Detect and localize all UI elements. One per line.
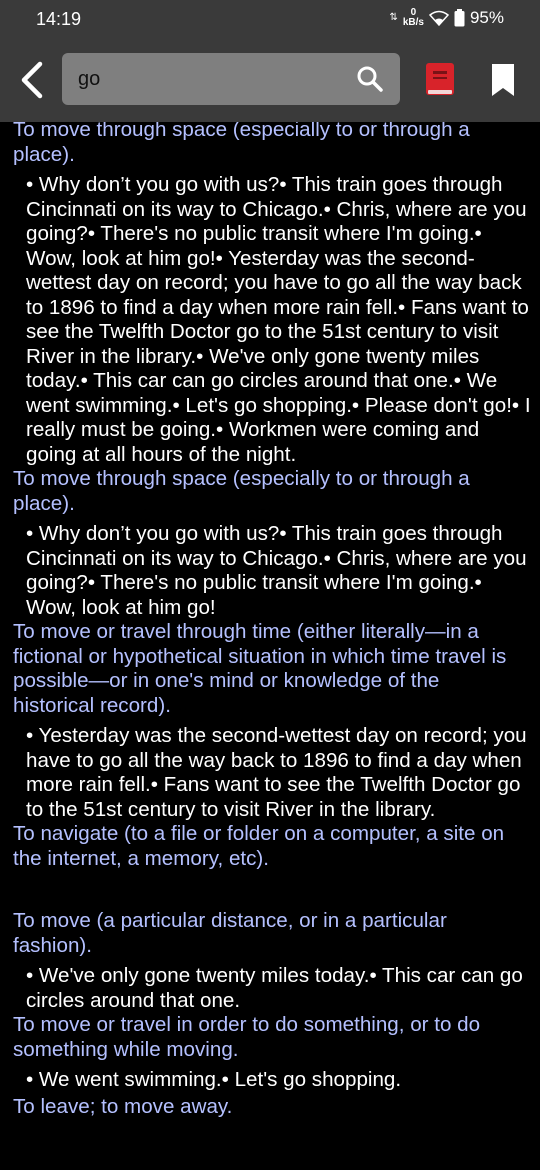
definitions-list[interactable]: To move through space (especially to or …: [0, 122, 540, 1170]
definition-examples: • Why don’t you go with us?• This train …: [26, 173, 531, 466]
definition-text: To navigate (to a file or folder on a co…: [13, 822, 505, 870]
definition-text: To move or travel through time (either l…: [13, 620, 507, 717]
data-arrows-icon: ⇅: [389, 12, 398, 23]
network-speed: 0 kB/s: [403, 8, 424, 28]
status-bar: 14:19 ⇅ 0 kB/s 95%: [0, 0, 540, 40]
definition-examples: • Why don’t you go with us?• This train …: [26, 522, 527, 619]
definition-text: To move through space (especially to or …: [13, 122, 470, 166]
definition-spacer: [0, 871, 540, 909]
battery-icon: [454, 9, 465, 27]
back-arrow-icon[interactable]: [14, 60, 54, 100]
status-time: 14:19: [36, 9, 82, 29]
definition-text: To leave; to move away.: [13, 1094, 233, 1118]
definition-text: To move (a particular distance, or in a …: [13, 909, 447, 957]
search-icon[interactable]: [356, 65, 384, 93]
bookmark-icon[interactable]: [488, 62, 518, 98]
search-input[interactable]: [76, 63, 340, 95]
definitions-container: To move through space (especially to or …: [0, 122, 540, 1119]
definition-text: To move or travel in order to do somethi…: [13, 1013, 481, 1061]
status-icons: ⇅ 0 kB/s 95%: [389, 8, 504, 28]
definition-examples: • Yesterday was the second-wettest day o…: [26, 724, 527, 821]
toolbar: [0, 40, 540, 122]
definition-examples: • We went swimming.• Let's go shopping.: [26, 1068, 402, 1091]
book-icon[interactable]: [424, 62, 456, 98]
definition-examples: • We've only gone twenty miles today.• T…: [26, 964, 523, 1012]
battery-percent: 95%: [469, 8, 504, 27]
search-box[interactable]: [62, 53, 400, 105]
network-speed-unit: kB/s: [402, 17, 424, 28]
wifi-icon: [428, 10, 449, 26]
definition-text: To move through space (especially to or …: [13, 467, 470, 515]
